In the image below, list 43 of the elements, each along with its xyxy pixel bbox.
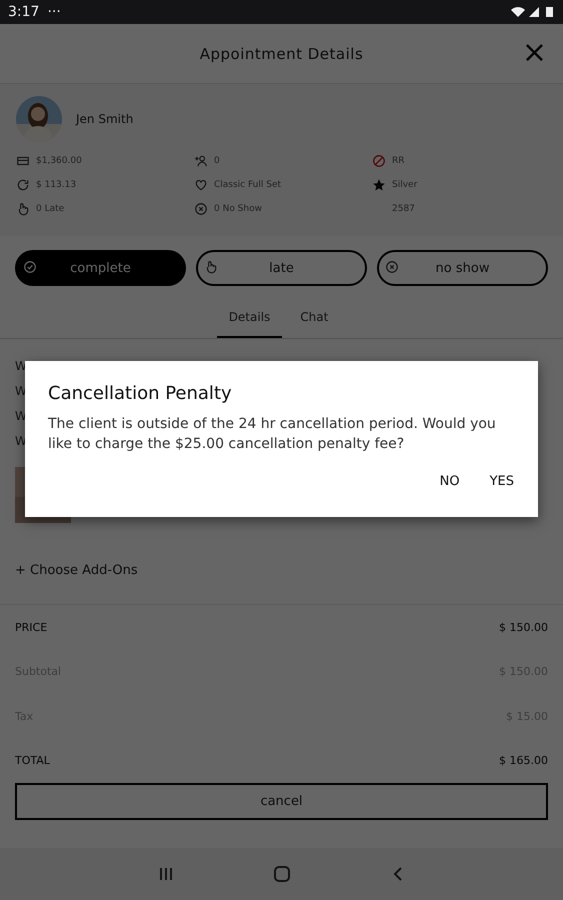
card-icon <box>16 154 30 168</box>
dialog-message: The client is outside of the 24 hr cancellation period. Would you like to charge the $25.00 cancellation penalty fee? <box>48 415 497 454</box>
total-label: TOTAL <box>15 754 50 768</box>
tab[interactable]: Details <box>216 302 282 338</box>
client-stat: 0 Late <box>36 204 64 214</box>
hand-icon <box>16 202 30 216</box>
check-circle-icon <box>23 260 37 274</box>
star-icon <box>372 178 386 192</box>
x-circle-icon <box>194 202 208 216</box>
heart-icon <box>194 178 208 192</box>
signal-battery-icon <box>511 6 555 18</box>
status-button[interactable]: complete <box>15 250 186 286</box>
person-add-icon <box>194 154 208 168</box>
client-stat: 0 No Show <box>214 204 262 214</box>
client-stat: $1,360.00 <box>36 156 82 166</box>
home-icon[interactable] <box>274 866 290 882</box>
client-stat: RR <box>392 156 405 166</box>
client-name: Jen Smith <box>76 112 134 126</box>
total-value: $ 150.00 <box>499 620 548 634</box>
cancel-button[interactable]: cancel <box>15 783 548 820</box>
dialog-button[interactable]: NO <box>432 470 468 493</box>
tab[interactable]: Chat <box>282 302 346 338</box>
hand-icon <box>204 260 218 274</box>
client-stat: Silver <box>392 180 418 190</box>
screen-title: Appointment Details <box>200 44 364 62</box>
status-more: ··· <box>47 4 61 20</box>
refresh-icon <box>16 178 30 192</box>
status-button[interactable]: late <box>196 250 367 286</box>
recents-icon[interactable] <box>158 866 174 882</box>
client-stat: Classic Full Set <box>214 180 282 190</box>
status-time: 3:17 <box>8 4 40 20</box>
close-button[interactable]: × <box>518 38 551 68</box>
dialog-button[interactable]: YES <box>482 470 522 493</box>
total-label: PRICE <box>15 620 48 634</box>
total-value: $ 165.00 <box>499 754 548 768</box>
ban-icon <box>372 154 386 168</box>
status-button[interactable]: no show <box>377 250 548 286</box>
client-stat: $ 113.13 <box>36 180 76 190</box>
add-ons-link[interactable]: + Choose Add-Ons <box>15 563 548 578</box>
dialog-title: Cancellation Penalty <box>48 383 233 404</box>
client-stat: 2587 <box>392 204 415 214</box>
x-circle-icon <box>385 260 399 274</box>
client-stat: 0 <box>214 156 220 166</box>
